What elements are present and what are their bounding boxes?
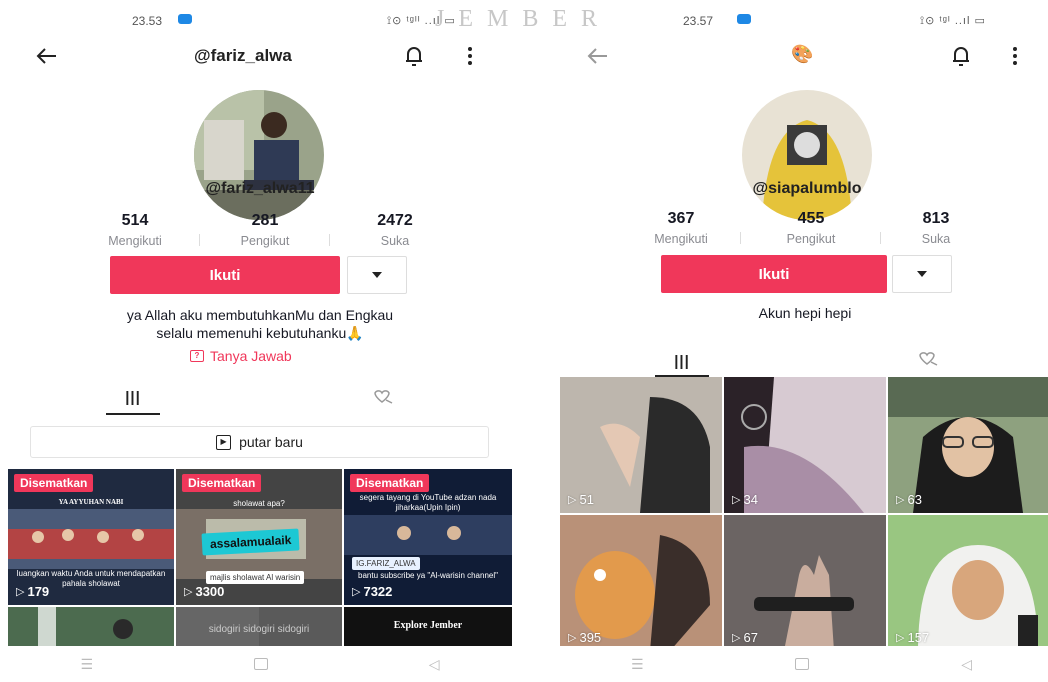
- status-bar: 23.57 ⟟⊙ ᵗᵍᴵ ..ıl ▭: [555, 0, 1048, 40]
- pinned-badge: Disematkan: [350, 474, 430, 492]
- content-tabs: |||: [0, 383, 520, 423]
- stat-followers[interactable]: 455 Pengikut: [741, 210, 881, 246]
- video-tile[interactable]: ▷ 395: [560, 515, 722, 651]
- signal-battery-indicator: ⟟⊙ ᵗᵍᴵ ..ıl ▭: [920, 15, 986, 27]
- stats-row: 367 Mengikuti 455 Pengikut 813 Suka: [621, 210, 991, 246]
- video-tile[interactable]: ▷ 34: [724, 377, 886, 513]
- qa-link[interactable]: ? Tanya Jawab: [190, 348, 292, 364]
- view-count: ▷ 3300: [184, 584, 225, 599]
- view-count: ▷ 179: [16, 584, 50, 599]
- bell-icon[interactable]: [945, 40, 977, 72]
- pinned-badge: Disematkan: [182, 474, 262, 492]
- right-phone-screen: 23.57 ⟟⊙ ᵗᵍᴵ ..ıl ▭ 🎨 @siapalumblo 367 M…: [555, 0, 1048, 682]
- avatar[interactable]: [194, 90, 324, 220]
- stat-likes: 813 Suka: [921, 210, 951, 246]
- view-count: ▷ 34: [732, 492, 758, 507]
- view-count: ▷ 63: [896, 492, 922, 507]
- play-icon: ▷: [16, 586, 25, 598]
- video-tile[interactable]: Disematkan sholawat apa? assalamualaik m…: [176, 469, 342, 605]
- profile-header: @fariz_alwa: [0, 36, 520, 76]
- left-phone-screen: 23.53 ⟟⊙ ᵗᵍᴵᴵ ..ıl ▭ @fariz_alwa @fariz_…: [0, 0, 520, 682]
- video-grid: ▷ 51 ▷ 34 ▷ 63 ▷ 395 ▷ 67 ▷ 157: [560, 377, 1048, 651]
- back-triangle-icon[interactable]: ◁: [961, 656, 972, 673]
- dropdown-caret-icon[interactable]: [892, 255, 952, 293]
- pinned-badge: Disematkan: [14, 474, 94, 492]
- bio-text: ya Allah aku membutuhkanMu dan Engkau se…: [126, 307, 394, 341]
- username-handle: @siapalumblo: [752, 180, 862, 197]
- follow-button[interactable]: Ikuti: [110, 256, 340, 294]
- grid-icon[interactable]: |||: [655, 353, 709, 370]
- system-navbar: ☰ ◁: [555, 646, 1048, 682]
- more-vertical-icon[interactable]: [458, 40, 482, 72]
- video-tile[interactable]: Disematkan segera tayang di YouTube adza…: [344, 469, 512, 605]
- active-tab-underline: [106, 413, 160, 415]
- stats-row: 514 Mengikuti 281 Pengikut 2472 Suka: [70, 212, 460, 248]
- username-handle: @fariz_alwa11: [205, 180, 315, 197]
- play-icon: ▷: [568, 632, 577, 644]
- bio-text: Akun hepi hepi: [758, 305, 852, 321]
- back-arrow-icon[interactable]: [30, 40, 62, 72]
- play-icon: ▷: [896, 632, 905, 644]
- video-tile[interactable]: ▷ 63: [888, 377, 1048, 513]
- liked-heart-icon[interactable]: [917, 351, 941, 371]
- more-vertical-icon[interactable]: [1003, 40, 1027, 72]
- back-arrow-icon[interactable]: [581, 40, 613, 72]
- stat-likes: 2472 Suka: [377, 212, 413, 248]
- menu-icon[interactable]: ☰: [631, 656, 644, 673]
- notification-icon: [178, 14, 192, 24]
- dropdown-caret-icon[interactable]: [347, 256, 407, 294]
- view-count: ▷ 157: [896, 630, 930, 645]
- status-time: 23.57: [683, 14, 714, 28]
- view-count: ▷ 395: [568, 630, 602, 645]
- play-icon: ▷: [896, 494, 905, 506]
- grid-icon[interactable]: |||: [106, 389, 160, 406]
- playlist-icon: ▶: [216, 434, 232, 450]
- avatar[interactable]: [742, 90, 872, 220]
- liked-heart-icon[interactable]: [372, 389, 396, 409]
- play-icon: ▷: [732, 494, 741, 506]
- system-navbar: ☰ ◁: [0, 646, 520, 682]
- stat-following[interactable]: 514 Mengikuti: [70, 212, 200, 248]
- stat-followers[interactable]: 281 Pengikut: [200, 212, 330, 248]
- play-icon: ▷: [732, 632, 741, 644]
- view-count: ▷ 51: [568, 492, 594, 507]
- view-count: ▷ 67: [732, 630, 758, 645]
- video-tile[interactable]: ▷ 67: [724, 515, 886, 651]
- playlist-button[interactable]: ▶ putar baru: [30, 426, 489, 458]
- notification-icon: [737, 14, 751, 24]
- home-icon[interactable]: [795, 658, 810, 670]
- question-icon: ?: [190, 350, 204, 362]
- play-icon: ▷: [184, 586, 193, 598]
- play-icon: ▷: [352, 586, 361, 598]
- video-grid: Disematkan YA AYYUHAN NABI luangkan wakt…: [8, 469, 512, 653]
- video-tile[interactable]: ▷ 157: [888, 515, 1048, 651]
- back-triangle-icon[interactable]: ◁: [429, 656, 440, 673]
- home-icon[interactable]: [253, 658, 268, 670]
- play-icon: ▷: [568, 494, 577, 506]
- video-tile[interactable]: ▷ 51: [560, 377, 722, 513]
- status-time: 23.53: [132, 14, 163, 28]
- page-title: @fariz_alwa: [194, 46, 292, 65]
- watermark-text: JEMBER: [435, 6, 612, 32]
- bell-icon[interactable]: [398, 40, 430, 72]
- video-tile[interactable]: Disematkan YA AYYUHAN NABI luangkan wakt…: [8, 469, 174, 605]
- follow-button[interactable]: Ikuti: [661, 255, 887, 293]
- view-count: ▷ 7322: [352, 584, 393, 599]
- menu-icon[interactable]: ☰: [80, 656, 93, 673]
- page-title: 🎨: [791, 44, 814, 64]
- stat-following[interactable]: 367 Mengikuti: [621, 210, 741, 246]
- profile-header: 🎨: [555, 36, 1048, 76]
